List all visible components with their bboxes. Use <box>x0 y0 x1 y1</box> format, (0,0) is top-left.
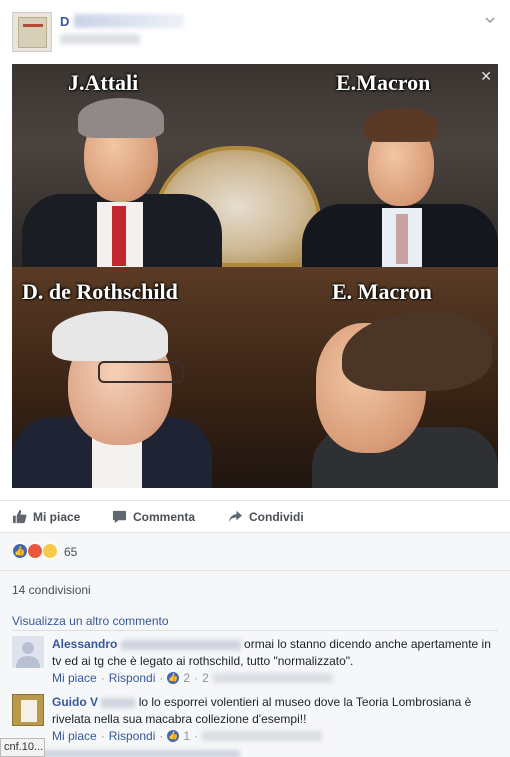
photo-top-panel: J.Attali E.Macron ✕ <box>12 64 498 274</box>
comment-2-avatar[interactable] <box>12 694 44 726</box>
author-name[interactable]: D <box>60 14 69 29</box>
comment-1-reply-link[interactable]: Rispondi <box>109 671 156 685</box>
share-button-label: Condividi <box>249 509 304 524</box>
photo-person-macron-top <box>302 94 498 274</box>
haha-icon <box>42 543 58 559</box>
next-comment-redacted <box>40 750 240 757</box>
comment-2-date-redacted <box>202 731 323 741</box>
comment-1-like-count[interactable]: 2 <box>183 671 190 685</box>
photo-bottom-panel: D. de Rothschild E. Macron <box>12 267 498 488</box>
status-tooltip: cnf.10... <box>0 738 45 757</box>
like-button[interactable]: Mi piace <box>12 509 80 524</box>
comment-1-meta: Mi piace · Rispondi · 👍 2 · 2 <box>52 671 333 685</box>
post-header: D <box>0 0 510 62</box>
like-button-label: Mi piace <box>33 509 81 524</box>
comment-1-author-redacted <box>120 639 241 650</box>
comment-1-body: Alessandro ormai lo stanno dicendo anche… <box>52 636 498 670</box>
reactions-bar[interactable]: 👍 65 <box>0 532 510 570</box>
post-action-bar: Mi piace Commenta Condividi <box>0 500 510 532</box>
photo-person-macron-bottom <box>302 297 498 488</box>
close-icon[interactable]: ✕ <box>480 68 492 85</box>
label-top-right: E.Macron <box>336 70 431 95</box>
angry-icon <box>27 543 43 559</box>
view-more-comments-link[interactable]: Visualizza un altro commento <box>12 614 169 628</box>
chevron-down-icon[interactable] <box>484 14 496 26</box>
like-icon: 👍 <box>12 543 28 559</box>
share-count[interactable]: 14 condivisioni <box>12 583 91 597</box>
share-button[interactable]: Condividi <box>228 509 304 524</box>
label-bottom-right: E. Macron <box>332 279 432 304</box>
photo-person-attali <box>22 94 222 274</box>
label-bottom-left: D. de Rothschild <box>22 279 178 304</box>
label-top-left: J.Attali <box>68 70 139 95</box>
comment-icon <box>112 510 127 524</box>
like-badge-icon: 👍 <box>167 672 180 684</box>
reaction-count[interactable]: 65 <box>64 545 77 559</box>
share-icon <box>228 510 243 523</box>
comment-2-reply-link[interactable]: Rispondi <box>109 729 156 743</box>
comment-button-label: Commenta <box>133 509 196 524</box>
comment-1-date[interactable]: 2 <box>202 671 209 685</box>
shares-row: 14 condivisioni <box>0 570 510 606</box>
photo-person-rothschild <box>12 297 232 488</box>
comment-1-author[interactable]: Alessandro <box>52 637 117 651</box>
comment-1-date-redacted <box>212 673 333 683</box>
comment-2-author-redacted <box>101 697 136 708</box>
default-avatar-icon[interactable] <box>12 636 44 668</box>
like-badge-icon: 👍 <box>167 730 180 742</box>
comment-2-like-link[interactable]: Mi piace <box>52 729 97 743</box>
thumbs-up-icon <box>12 509 27 524</box>
comments-section: Visualizza un altro commento Alessandro … <box>0 606 510 757</box>
comment-button[interactable]: Commenta <box>112 509 195 524</box>
post-timestamp-redacted <box>60 34 140 44</box>
author-name-redacted <box>74 14 184 28</box>
author-avatar[interactable] <box>12 12 52 52</box>
comments-divider <box>12 630 498 631</box>
comment-2-meta: Mi piace · Rispondi · 👍 1 · <box>52 729 323 743</box>
comment-1-text: ormai lo stanno dicendo anche apertament… <box>52 637 491 668</box>
comment-1-like-link[interactable]: Mi piace <box>52 671 97 685</box>
comment-2-body: Guido V lo lo esporrei volentieri al mus… <box>52 694 498 728</box>
comment-2-like-count[interactable]: 1 <box>183 729 190 743</box>
post-photo[interactable]: J.Attali E.Macron ✕ D. de Rothschild E. … <box>12 64 498 488</box>
comment-2-author[interactable]: Guido V <box>52 695 98 709</box>
